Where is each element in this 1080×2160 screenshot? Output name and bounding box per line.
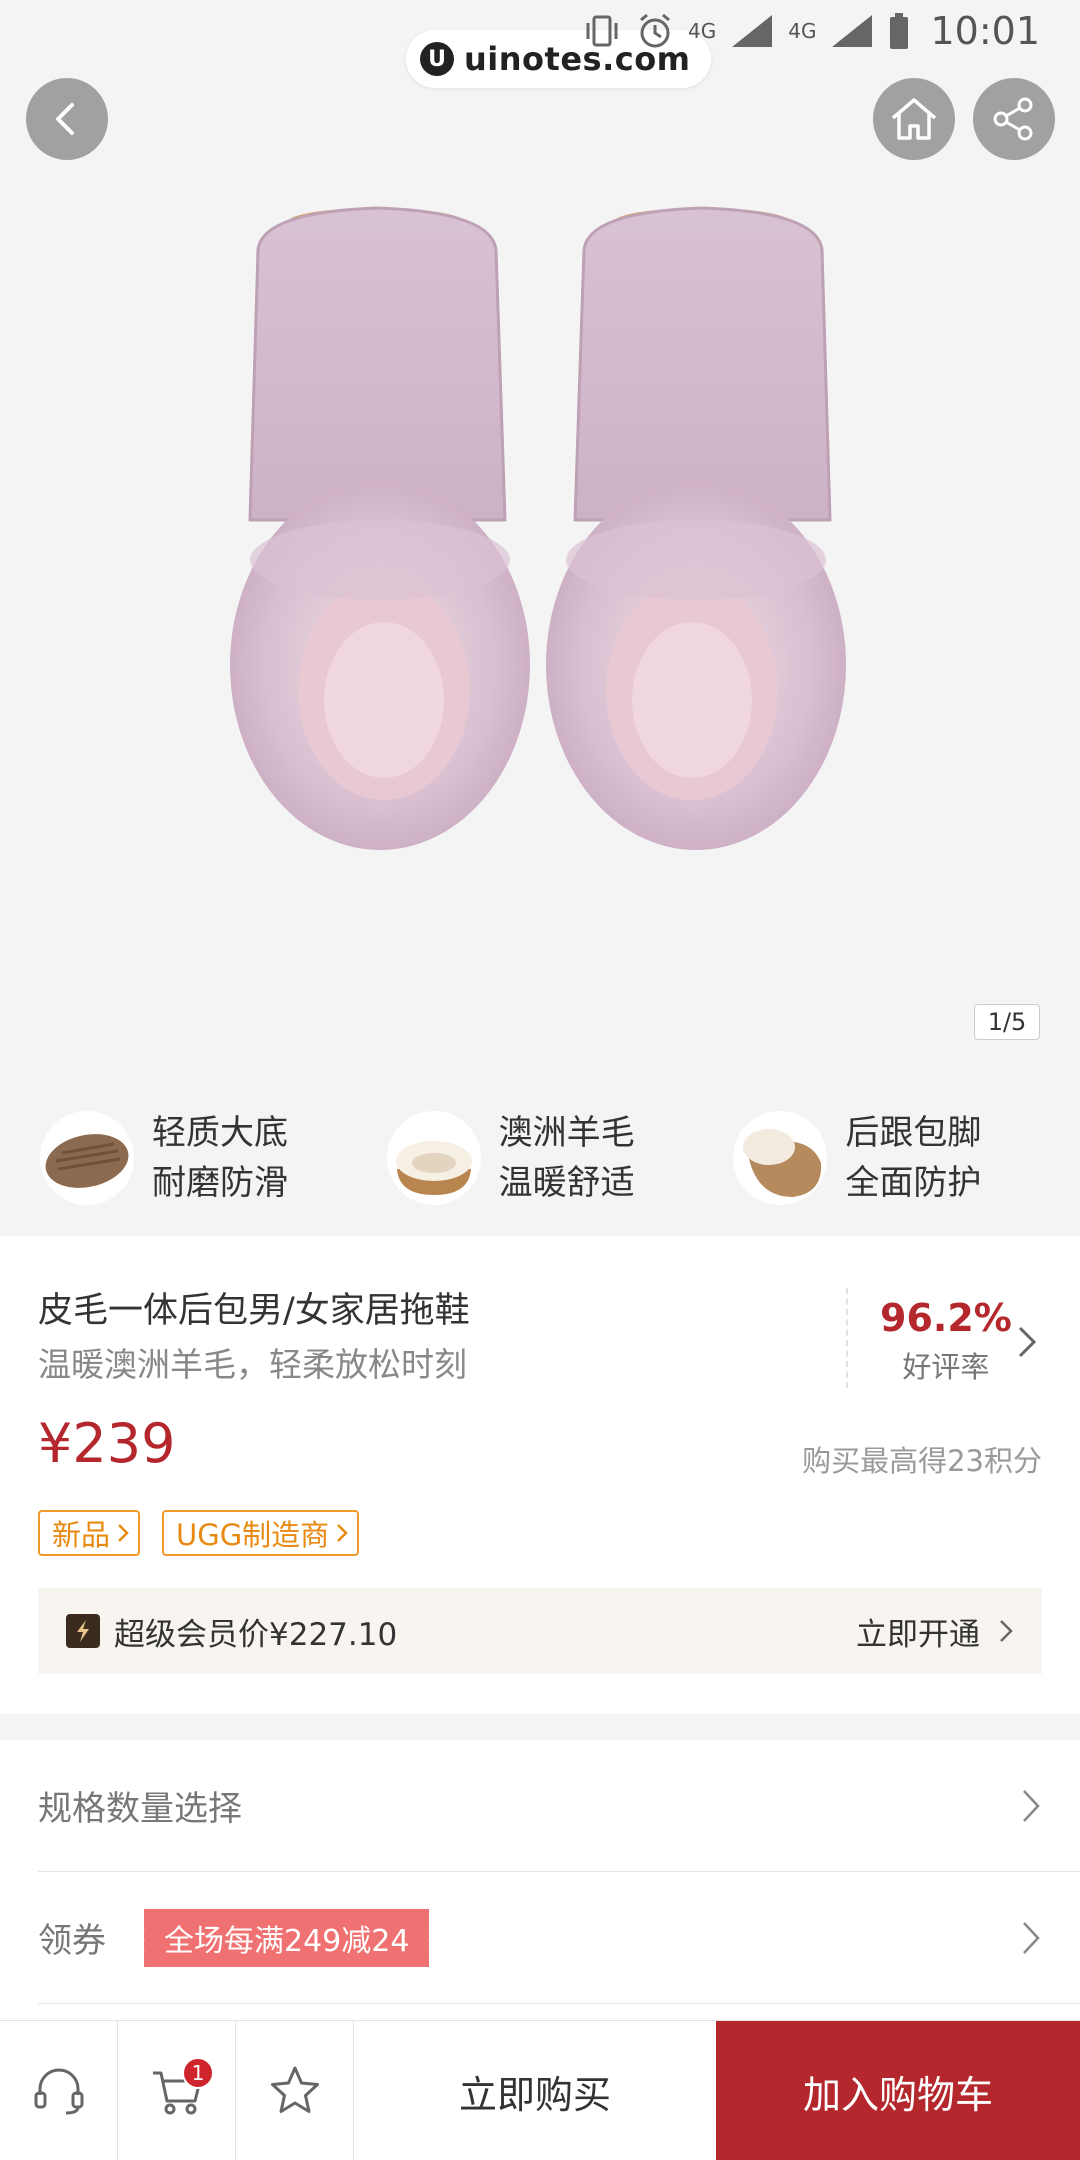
- tag-new[interactable]: 新品: [38, 1510, 141, 1556]
- bottom-action-bar: 1 立即购买 加入购物车: [0, 2020, 1080, 2160]
- slippers-image: [230, 206, 846, 850]
- home-icon: [891, 98, 937, 140]
- points-info: 购买最高得23积分: [802, 1444, 1042, 1478]
- feature-line2: 温暖舒适: [498, 1163, 635, 1203]
- chevron-right-icon: [1000, 1620, 1013, 1642]
- vip-price: 超级会员价¥227.10: [114, 1616, 398, 1653]
- wool-thumbnail: [386, 1111, 481, 1205]
- heel-image: [743, 1129, 822, 1197]
- coupon-label: 领券: [38, 1921, 106, 1961]
- chevron-right-icon: [337, 1524, 348, 1542]
- sole-image: [45, 1134, 129, 1188]
- tag-list: 新品 UGG制造商: [38, 1510, 360, 1556]
- favorite-button[interactable]: [236, 2021, 354, 2160]
- product-info-card: 皮毛一体后包男/女家居拖鞋 温暖澳洲羊毛，轻柔放松时刻 96.2% 好评率 ¥2…: [0, 1236, 1080, 1714]
- network-type-2: 4G: [788, 19, 817, 43]
- chevron-right-icon[interactable]: [1016, 1324, 1040, 1360]
- status-bar: 4G 4G 10:01: [0, 0, 1080, 62]
- coupon-row[interactable]: 领券 全场每满249减24: [38, 1872, 1080, 2004]
- add-to-cart-button[interactable]: 加入购物车: [716, 2021, 1080, 2160]
- cart-button[interactable]: 1: [118, 2021, 236, 2160]
- feature-line2: 全面防护: [845, 1163, 982, 1203]
- vip-banner[interactable]: 超级会员价¥227.10 立即开通: [38, 1588, 1042, 1674]
- wool-image: [395, 1141, 472, 1195]
- home-button[interactable]: [873, 78, 955, 160]
- back-arrow-icon: [56, 103, 74, 135]
- network-type-1: 4G: [688, 19, 717, 43]
- price: ¥239: [38, 1412, 176, 1475]
- tag-label: UGG制造商: [176, 1518, 330, 1552]
- feature-item-sole: 轻质大底 耐磨防滑: [40, 1108, 387, 1208]
- image-pager: 1/5: [974, 1004, 1040, 1040]
- rating-value: 96.2%: [880, 1296, 1012, 1340]
- feature-highlights: 轻质大底 耐磨防滑 澳洲羊毛 温暖舒适 后跟包脚 全面防护: [0, 1080, 1080, 1236]
- spec-label: 规格数量选择: [38, 1789, 242, 1829]
- feature-line1: 后跟包脚: [845, 1113, 982, 1153]
- vip-bolt-icon: [77, 1620, 89, 1642]
- rating-label: 好评率: [902, 1350, 990, 1384]
- share-icon: [993, 97, 1033, 141]
- back-button[interactable]: [26, 78, 108, 160]
- product-image-carousel[interactable]: 1/5: [0, 0, 1080, 1080]
- coupon-badge[interactable]: 全场每满249减24: [140, 1908, 430, 1967]
- alarm-icon: [640, 13, 670, 48]
- signal-icon: [732, 15, 773, 47]
- clock: 10:01: [930, 9, 1040, 53]
- vip-cta-label: 立即开通: [856, 1616, 980, 1653]
- feature-line1: 轻质大底: [152, 1113, 288, 1153]
- rating-divider: [846, 1288, 848, 1388]
- signal-icon-2: [832, 15, 873, 47]
- star-icon: [270, 2066, 319, 2113]
- tag-manufacturer[interactable]: UGG制造商: [162, 1510, 360, 1556]
- battery-icon: [890, 13, 909, 49]
- product-title: 皮毛一体后包男/女家居拖鞋: [38, 1291, 470, 1331]
- chevron-right-icon: [1023, 1921, 1040, 1954]
- rating-block[interactable]: 96.2% 好评率: [880, 1296, 1012, 1386]
- heel-thumbnail: [733, 1111, 828, 1205]
- cart-count-badge: 1: [182, 2057, 214, 2089]
- vip-open-button[interactable]: 立即开通: [856, 1609, 1014, 1654]
- chevron-right-icon: [118, 1524, 129, 1542]
- product-subtitle: 温暖澳洲羊毛，轻柔放松时刻: [38, 1345, 467, 1384]
- share-button[interactable]: [973, 78, 1055, 160]
- feature-line1: 澳洲羊毛: [498, 1113, 635, 1153]
- vip-icon: [66, 1614, 100, 1648]
- product-page: 1/5 4G 4G 10:01 U uinotes.com 轻质大底 耐磨防滑 …: [0, 0, 1080, 2160]
- chevron-right-icon: [1023, 1789, 1040, 1822]
- vibrate-icon: [586, 15, 618, 47]
- feature-line2: 耐磨防滑: [152, 1163, 288, 1203]
- customer-service-button[interactable]: [0, 2021, 118, 2160]
- headset-icon: [34, 2068, 83, 2115]
- buy-now-button[interactable]: 立即购买: [354, 2021, 716, 2160]
- feature-item-wool: 澳洲羊毛 温暖舒适: [386, 1108, 734, 1208]
- sole-thumbnail: [40, 1111, 134, 1205]
- spec-selector-row[interactable]: 规格数量选择: [38, 1740, 1080, 1872]
- option-rows: 规格数量选择 领券 全场每满249减24: [0, 1740, 1080, 2020]
- feature-item-heel: 后跟包脚 全面防护: [733, 1108, 1080, 1208]
- tag-label: 新品: [52, 1518, 111, 1552]
